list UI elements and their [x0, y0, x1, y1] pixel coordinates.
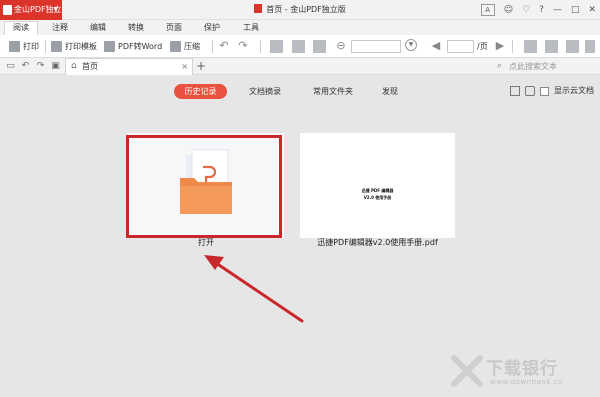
tab-edit[interactable]: 编辑 [90, 22, 106, 34]
compress-button[interactable]: 压缩 [170, 40, 200, 53]
tab-annotate[interactable]: 注释 [52, 22, 68, 34]
watermark: 下载银行 www.downbank.cn [450, 354, 590, 389]
divider [45, 40, 46, 53]
tab-protect[interactable]: 保护 [204, 22, 220, 34]
open-folder-icon[interactable]: ▭ [5, 61, 16, 71]
search-input[interactable]: ⌕ 点此搜索文本 [496, 60, 592, 73]
translate-button[interactable]: A [480, 4, 495, 16]
recent-file-card[interactable]: 迅捷 PDF 编辑器 V2.0 使用手册 [300, 133, 455, 238]
file-name-manual: 迅捷PDF编辑器v2.0使用手册.pdf [317, 238, 438, 247]
undo-icon[interactable]: ↶ [20, 61, 31, 71]
word-icon [104, 41, 115, 52]
open-card-highlight [126, 135, 282, 238]
divider [260, 40, 261, 53]
maximize-button[interactable]: □ [571, 5, 580, 15]
pdf-to-word-button[interactable]: PDF转Word [104, 40, 162, 53]
printer-icon [9, 41, 20, 52]
fit-page-icon[interactable] [270, 40, 283, 53]
feedback-button[interactable]: ☺ [504, 5, 513, 15]
next-page-icon[interactable]: ▶ [494, 40, 506, 52]
help-button[interactable]: ? [539, 5, 544, 15]
single-page-icon[interactable] [524, 40, 537, 53]
page-number-input[interactable] [447, 40, 474, 53]
window-controls: A ☺ ♡ ? — □ ✕ [480, 0, 596, 20]
tab-pages[interactable]: 页面 [166, 22, 182, 34]
print-button[interactable]: 打印 [9, 40, 39, 53]
title-bar: 金山PDF独立版 ▼ 首页 - 金山PDF独立版 A ☺ ♡ ? — □ ✕ [0, 0, 600, 34]
tab-tools[interactable]: 工具 [243, 22, 259, 34]
category-history[interactable]: 历史记录 [174, 84, 227, 99]
grid-view-icon[interactable] [510, 86, 520, 96]
redo-icon[interactable]: ↷ [237, 40, 249, 52]
preview-line: V2.0 使用手册 [363, 195, 392, 200]
template-icon [51, 41, 62, 52]
preview-line: 迅捷 PDF 编辑器 [361, 188, 394, 193]
add-tab-button[interactable]: + [196, 58, 206, 74]
previous-page-icon[interactable]: ◀ [430, 40, 442, 52]
close-button[interactable]: ✕ [588, 5, 596, 15]
fit-width-icon[interactable] [292, 40, 305, 53]
toolbar: 打印 打印模板 PDF转Word 压缩 ↶ ↷ ⊖ ▼ ◀ /页 ▶ [0, 35, 600, 58]
divider [212, 40, 213, 53]
zoom-out-icon[interactable]: ⊖ [335, 40, 347, 52]
category-discover[interactable]: 发现 [372, 84, 408, 99]
category-excerpts[interactable]: 文档摘录 [240, 84, 290, 99]
close-tab-icon[interactable]: × [181, 59, 188, 74]
minimize-button[interactable]: — [553, 5, 562, 15]
tab-convert[interactable]: 转换 [128, 22, 144, 34]
menu-bar: 阅读 注释 编辑 转换 页面 保护 工具 [0, 20, 600, 35]
two-page-icon[interactable] [545, 40, 558, 53]
rotate-view-icon[interactable] [585, 40, 595, 53]
delete-icon[interactable] [525, 86, 535, 96]
actual-size-icon[interactable] [313, 40, 326, 53]
continuous-view-icon[interactable] [566, 40, 579, 53]
tab-home[interactable]: ⌂ 首页 × [65, 58, 193, 75]
cloud-toggle: 显示云文档 [510, 85, 594, 97]
page-count-suffix: /页 [477, 42, 488, 51]
print-template-button[interactable]: 打印模板 [51, 40, 97, 53]
watermark-url: www.downbank.cn [490, 378, 563, 386]
redo-icon[interactable]: ↷ [35, 61, 46, 71]
chevron-down-icon[interactable]: ▼ [405, 39, 417, 51]
pdf-icon [254, 4, 263, 13]
save-icon[interactable]: ▣ [50, 61, 61, 71]
watermark-title: 下载银行 [486, 359, 558, 379]
home-icon: ⌂ [71, 61, 77, 71]
favorite-button[interactable]: ♡ [522, 5, 530, 15]
tab-read[interactable]: 阅读 [4, 21, 38, 35]
watermark-logo-icon [451, 355, 483, 387]
document-tab-bar: ▭ ↶ ↷ ▣ ⌂ 首页 × + ⌕ 点此搜索文本 [0, 58, 600, 75]
annotation-arrow [204, 255, 304, 323]
compress-icon [170, 41, 181, 52]
undo-icon[interactable]: ↶ [218, 40, 230, 52]
category-folders[interactable]: 常用文件夹 [303, 84, 363, 99]
search-icon: ⌕ [497, 61, 503, 71]
zoom-select[interactable] [351, 40, 401, 53]
home-content: 历史记录 文档摘录 常用文件夹 发现 显示云文档 打开 迅捷 PDF 编辑器 V… [0, 75, 600, 397]
show-cloud-checkbox[interactable] [540, 86, 549, 96]
divider [512, 40, 513, 53]
